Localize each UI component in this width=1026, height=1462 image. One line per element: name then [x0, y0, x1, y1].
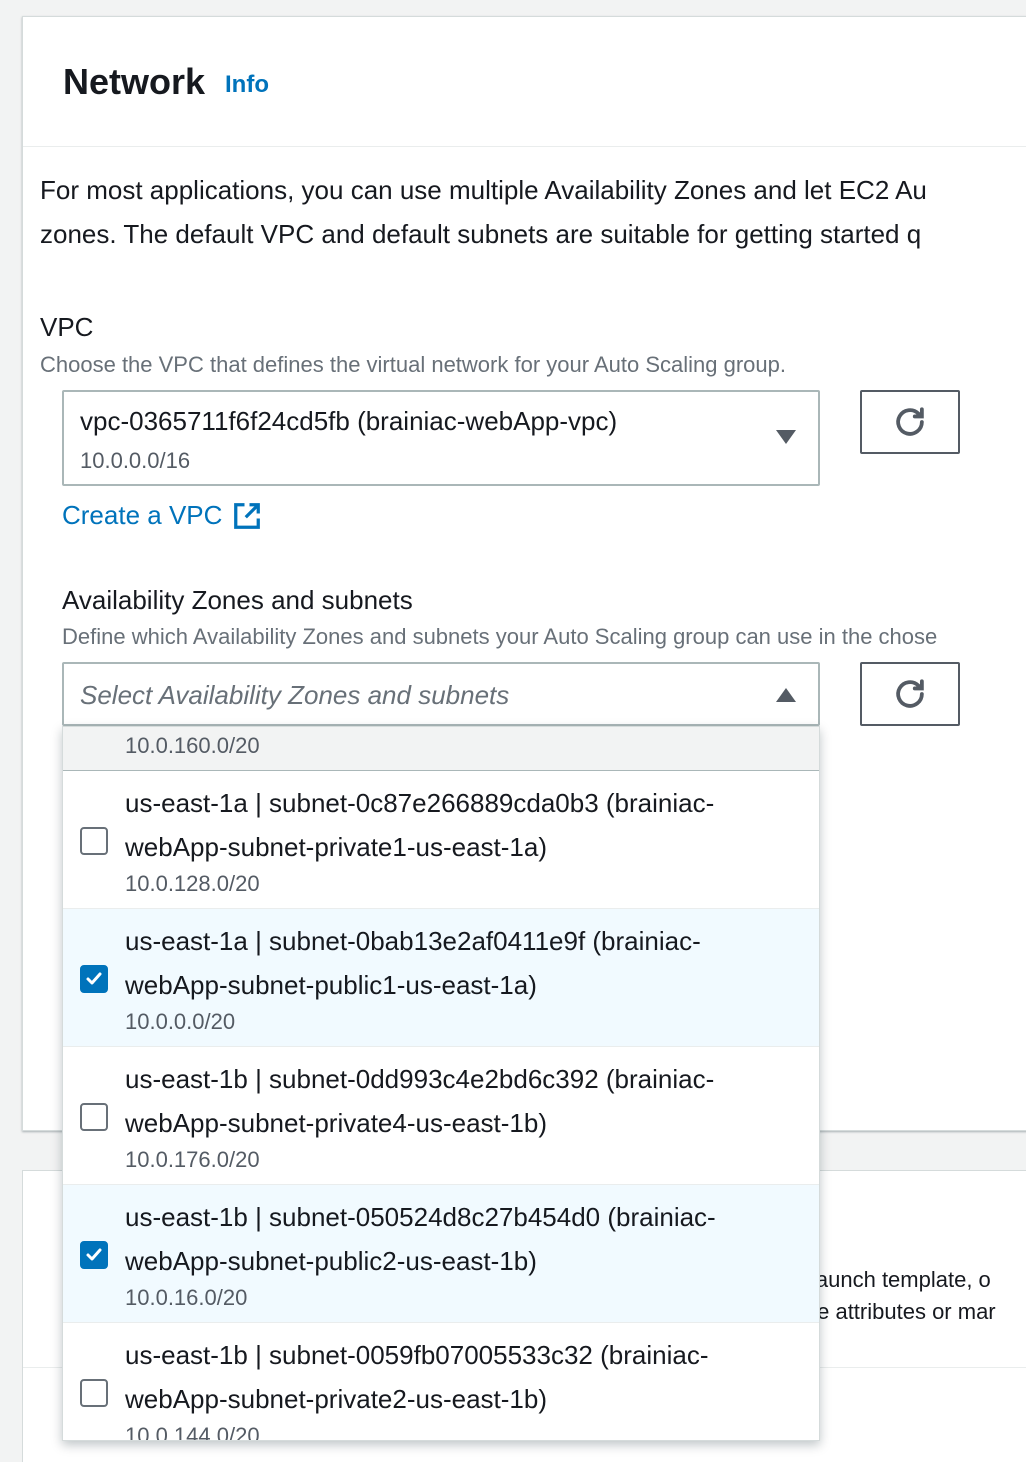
az-placeholder: Select Availability Zones and subnets — [80, 680, 510, 710]
description-line-1: For most applications, you can use multi… — [40, 175, 927, 205]
panel-title: Network — [63, 61, 206, 102]
panel2-text-line-1: launch template, o — [811, 1267, 991, 1292]
az-select[interactable]: Select Availability Zones and subnets — [62, 662, 820, 726]
external-link-icon — [234, 502, 261, 529]
description-line-2: zones. The default VPC and default subne… — [40, 219, 922, 249]
create-vpc-label: Create a VPC — [62, 500, 223, 530]
vpc-selected-value: vpc-0365711f6f24cd5fb (brainiac-webApp-v… — [80, 406, 618, 436]
subnet-cidr: 10.0.128.0/20 — [125, 871, 260, 896]
network-description: For most applications, you can use multi… — [40, 168, 927, 256]
subnet-option-label: us-east-1a | subnet-0c87e266889cda0b3 (b… — [125, 788, 715, 818]
az-dropdown-list[interactable]: 10.0.160.0/20 us-east-1a | subnet-0c87e2… — [62, 726, 820, 1441]
vpc-description: Choose the VPC that defines the virtual … — [40, 352, 786, 377]
subnet-option-label-cont: webApp-subnet-public2-us-east-1b) — [125, 1246, 537, 1276]
subnet-cidr: 10.0.144.0/20 — [125, 1423, 260, 1441]
subnet-option[interactable]: us-east-1b | subnet-0059fb07005533c32 (b… — [63, 1323, 819, 1441]
subnet-option-label: us-east-1b | subnet-0059fb07005533c32 (b… — [125, 1340, 709, 1370]
vpc-refresh-button[interactable] — [860, 390, 960, 454]
subnet-option-label: us-east-1a | subnet-0bab13e2af0411e9f (b… — [125, 926, 701, 956]
refresh-icon — [896, 407, 924, 436]
subnet-cidr: 10.0.160.0/20 — [125, 733, 260, 758]
checkbox-checked[interactable] — [80, 965, 108, 993]
caret-up-icon — [776, 688, 796, 702]
az-label: Availability Zones and subnets — [62, 585, 413, 615]
panel2-text-line-2: te attributes or mar — [811, 1299, 996, 1324]
subnet-option-label: us-east-1b | subnet-050524d8c27b454d0 (b… — [125, 1202, 716, 1232]
subnet-option[interactable]: us-east-1a | subnet-0bab13e2af0411e9f (b… — [63, 909, 819, 1047]
subnet-option[interactable]: us-east-1a | subnet-0c87e266889cda0b3 (b… — [63, 771, 819, 909]
checkbox-checked[interactable] — [80, 1241, 108, 1269]
subnet-option[interactable]: us-east-1b | subnet-050524d8c27b454d0 (b… — [63, 1185, 819, 1323]
subnet-option-label: us-east-1b | subnet-0dd993c4e2bd6c392 (b… — [125, 1064, 715, 1094]
info-link[interactable]: Info — [225, 71, 269, 99]
subnet-cidr: 10.0.176.0/20 — [125, 1147, 260, 1172]
subnet-cidr: 10.0.0.0/20 — [125, 1009, 236, 1034]
subnet-option-label-cont: webApp-subnet-private4-us-east-1b) — [125, 1108, 547, 1138]
az-refresh-button[interactable] — [860, 662, 960, 726]
checkbox[interactable] — [80, 827, 108, 855]
caret-down-icon — [776, 430, 796, 444]
subnet-option-label-cont: webApp-subnet-private2-us-east-1b) — [125, 1384, 547, 1414]
check-icon — [86, 1248, 102, 1261]
vpc-selected-cidr: 10.0.0.0/16 — [80, 448, 191, 473]
checkbox[interactable] — [80, 1103, 108, 1131]
subnet-option-label-cont: webApp-subnet-public1-us-east-1a) — [125, 970, 537, 1000]
check-icon — [86, 972, 102, 985]
subnet-option-label-cont: webApp-subnet-private1-us-east-1a) — [125, 832, 547, 862]
panel-header: Network Info — [23, 17, 1026, 147]
list-item-partial[interactable]: 10.0.160.0/20 — [63, 727, 819, 771]
vpc-label: VPC — [40, 312, 94, 342]
vpc-select[interactable]: vpc-0365711f6f24cd5fb (brainiac-webApp-v… — [62, 390, 820, 486]
checkbox[interactable] — [80, 1379, 108, 1407]
subnet-option[interactable]: us-east-1b | subnet-0dd993c4e2bd6c392 (b… — [63, 1047, 819, 1185]
create-vpc-link[interactable]: Create a VPC — [62, 500, 262, 531]
az-description: Define which Availability Zones and subn… — [62, 624, 938, 649]
refresh-icon — [896, 679, 924, 708]
subnet-cidr: 10.0.16.0/20 — [125, 1285, 248, 1310]
